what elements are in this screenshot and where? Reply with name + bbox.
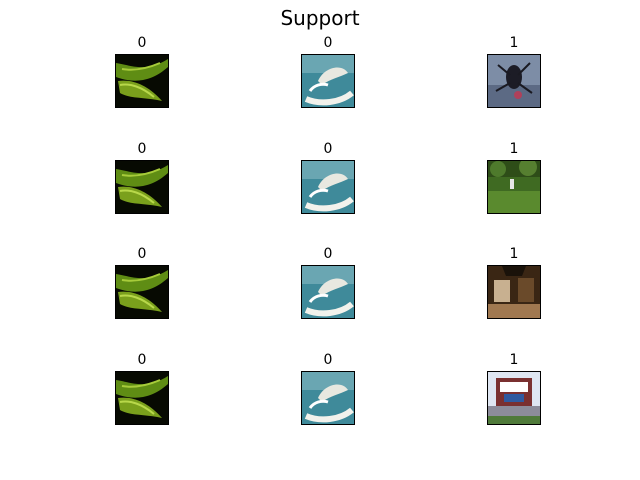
support-cell: 0: [115, 34, 169, 108]
green-leaf-image: [115, 160, 169, 214]
cell-label: 0: [323, 35, 333, 51]
support-cell: 0: [115, 351, 169, 425]
cell-label: 0: [137, 35, 147, 51]
support-cell: 1: [487, 245, 541, 319]
support-cell: 1: [487, 351, 541, 425]
white-coil-image: [301, 265, 355, 319]
cell-label: 1: [509, 246, 519, 262]
cell-label: 1: [509, 352, 519, 368]
cell-label: 1: [509, 35, 519, 51]
support-cell: 1: [487, 140, 541, 214]
cell-label: 0: [137, 352, 147, 368]
support-cell: 1: [487, 34, 541, 108]
cell-label: 0: [137, 141, 147, 157]
insect-image: [487, 54, 541, 108]
interior-image: [487, 265, 541, 319]
support-cell: 0: [301, 140, 355, 214]
white-coil-image: [301, 371, 355, 425]
cell-label: 0: [137, 246, 147, 262]
green-leaf-image: [115, 371, 169, 425]
cell-label: 0: [323, 141, 333, 157]
support-cell: 0: [301, 245, 355, 319]
support-cell: 0: [301, 34, 355, 108]
figure-title: Support: [280, 6, 360, 30]
support-cell: 0: [115, 245, 169, 319]
cell-label: 1: [509, 141, 519, 157]
cell-label: 0: [323, 352, 333, 368]
cell-label: 0: [323, 246, 333, 262]
stadium-image: [487, 371, 541, 425]
white-coil-image: [301, 54, 355, 108]
green-leaf-image: [115, 265, 169, 319]
support-cell: 0: [115, 140, 169, 214]
green-leaf-image: [115, 54, 169, 108]
park-image: [487, 160, 541, 214]
white-coil-image: [301, 160, 355, 214]
support-cell: 0: [301, 351, 355, 425]
